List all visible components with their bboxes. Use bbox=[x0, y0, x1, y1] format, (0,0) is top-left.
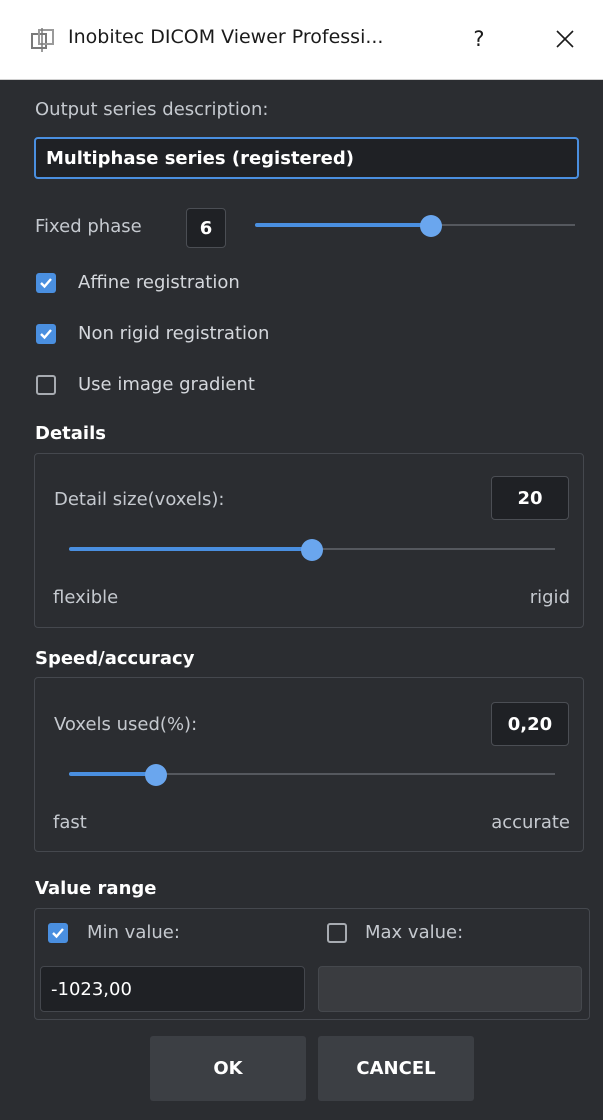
slider-fill bbox=[69, 547, 312, 551]
non-rigid-registration-label: Non rigid registration bbox=[78, 323, 270, 344]
min-value-input[interactable]: -1023,00 bbox=[40, 966, 305, 1012]
close-button[interactable] bbox=[540, 16, 590, 62]
title-bar: Inobitec DICOM Viewer Professi... ? bbox=[0, 0, 603, 80]
min-value-checkbox[interactable] bbox=[48, 923, 68, 943]
output-description-label: Output series description: bbox=[35, 99, 269, 120]
output-description-input[interactable]: Multiphase series (registered) bbox=[34, 137, 579, 179]
use-image-gradient-checkbox[interactable] bbox=[36, 375, 56, 395]
details-section-title: Details bbox=[35, 423, 106, 444]
fixed-phase-value[interactable]: 6 bbox=[186, 208, 226, 248]
fixed-phase-slider[interactable] bbox=[255, 215, 575, 237]
speed-accuracy-group: Voxels used(%): 0,20 fast accurate bbox=[34, 677, 584, 852]
slider-fill bbox=[255, 223, 431, 227]
affine-registration-checkbox[interactable] bbox=[36, 273, 56, 293]
max-value-label: Max value: bbox=[365, 922, 464, 943]
fast-label: fast bbox=[53, 812, 87, 833]
min-value-label: Min value: bbox=[87, 922, 180, 943]
app-icon bbox=[31, 28, 54, 52]
value-range-section-title: Value range bbox=[35, 878, 157, 899]
detail-size-label: Detail size(voxels): bbox=[54, 489, 225, 510]
slider-thumb[interactable] bbox=[301, 539, 323, 561]
non-rigid-registration-checkbox[interactable] bbox=[36, 324, 56, 344]
ok-button[interactable]: OK bbox=[150, 1036, 306, 1101]
checkmark-icon bbox=[40, 329, 52, 340]
flexible-label: flexible bbox=[53, 587, 119, 608]
checkmark-icon bbox=[40, 278, 52, 289]
use-image-gradient-label: Use image gradient bbox=[78, 374, 255, 395]
cancel-button[interactable]: CANCEL bbox=[318, 1036, 474, 1101]
voxels-used-label: Voxels used(%): bbox=[54, 714, 198, 735]
affine-registration-label: Affine registration bbox=[78, 272, 240, 293]
checkmark-icon bbox=[52, 928, 64, 939]
close-icon bbox=[556, 30, 574, 48]
slider-thumb[interactable] bbox=[420, 215, 442, 237]
dialog-body: Output series description: Multiphase se… bbox=[0, 80, 603, 1120]
speed-accuracy-section-title: Speed/accuracy bbox=[35, 648, 195, 669]
fixed-phase-label: Fixed phase bbox=[35, 216, 142, 237]
detail-size-slider[interactable] bbox=[69, 539, 555, 561]
max-value-checkbox[interactable] bbox=[327, 923, 347, 943]
slider-fill bbox=[69, 772, 157, 776]
details-group: Detail size(voxels): 20 flexible rigid bbox=[34, 453, 584, 628]
rigid-label: rigid bbox=[529, 587, 570, 608]
max-value-input[interactable] bbox=[318, 966, 582, 1012]
accurate-label: accurate bbox=[491, 812, 570, 833]
window-title: Inobitec DICOM Viewer Professi... bbox=[68, 26, 384, 48]
voxels-used-value[interactable]: 0,20 bbox=[491, 702, 569, 746]
voxels-used-slider[interactable] bbox=[69, 764, 555, 786]
help-button[interactable]: ? bbox=[456, 16, 502, 62]
slider-thumb[interactable] bbox=[145, 764, 168, 786]
value-range-group: Min value: Max value: -1023,00 bbox=[34, 908, 590, 1020]
detail-size-value[interactable]: 20 bbox=[491, 476, 569, 520]
